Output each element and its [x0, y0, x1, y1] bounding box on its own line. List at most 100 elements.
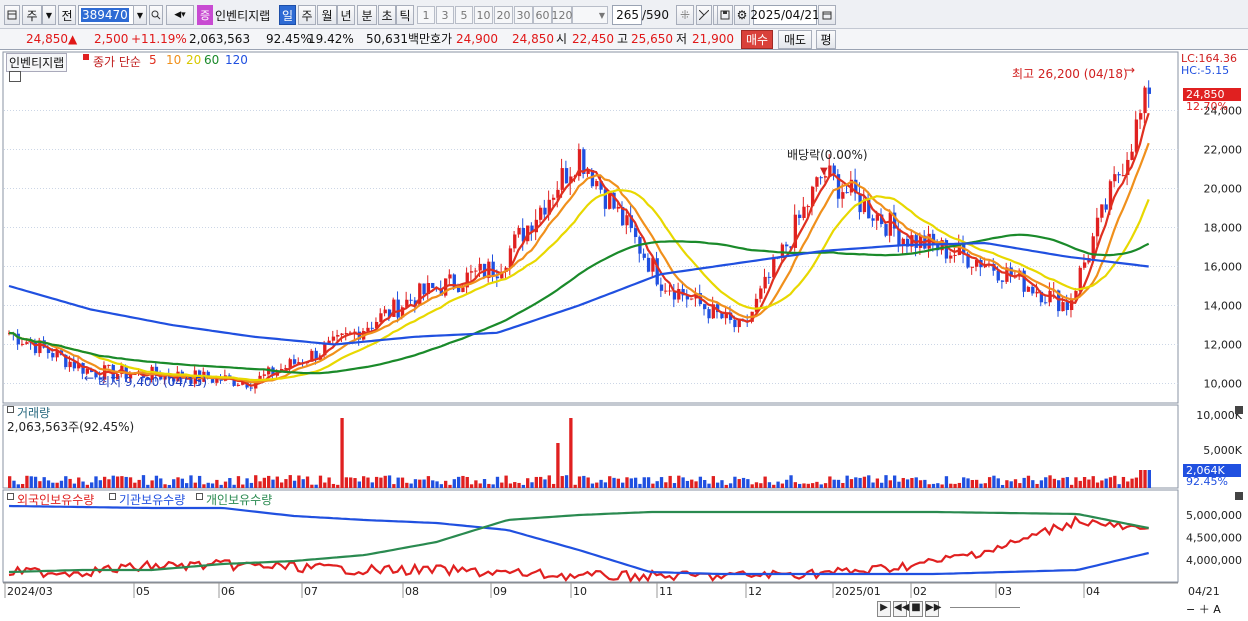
stock-chart[interactable]: 24,00022,00020,00018,00016,00014,00012,0…: [0, 50, 1248, 621]
volume-bar: [759, 483, 763, 488]
price-tick-label: 16,000: [1204, 261, 1243, 274]
candle-body: [370, 327, 374, 329]
sell-button[interactable]: 매도: [778, 30, 812, 49]
period-day[interactable]: 일: [279, 5, 296, 25]
crosshair-icon[interactable]: [696, 5, 712, 25]
settings-icon[interactable]: ⚙: [734, 5, 750, 25]
zoom-slider[interactable]: [950, 607, 1020, 613]
avg-button[interactable]: 평: [816, 30, 836, 49]
search-icon[interactable]: [149, 5, 163, 25]
low-label: 저: [676, 32, 688, 46]
volume-bar: [1035, 483, 1039, 488]
volume-bar: [690, 479, 694, 488]
period-label: 초: [381, 8, 393, 23]
volume-bar: [219, 484, 223, 488]
foreign-holdings-label[interactable]: 외국인보유수량: [17, 491, 94, 508]
candle-body: [68, 361, 72, 368]
interval-label: 120: [551, 8, 573, 22]
interval-30[interactable]: 30: [514, 6, 533, 24]
candle-body: [953, 254, 957, 256]
table-toggle-icon[interactable]: [9, 71, 21, 82]
scroll-toggle-icon[interactable]: ⁜: [676, 5, 694, 25]
interval-custom-dropdown[interactable]: ▼: [572, 6, 608, 24]
calendar-icon[interactable]: [818, 5, 836, 25]
interval-3[interactable]: 3: [436, 6, 454, 24]
volume-bar: [1130, 478, 1134, 488]
save-icon[interactable]: [717, 5, 733, 25]
institution-holdings-label[interactable]: 기관보유수량: [119, 491, 185, 508]
market-select[interactable]: 주: [22, 5, 42, 25]
candle-body: [474, 270, 478, 272]
code-dropdown-icon[interactable]: ▼: [133, 5, 147, 25]
period-year[interactable]: 년: [337, 5, 355, 25]
volume-bar: [254, 475, 258, 488]
holdings-tick-label: 5,000,000: [1186, 509, 1242, 522]
period-week[interactable]: 주: [298, 5, 316, 25]
rewind-icon[interactable]: ◀◀: [893, 601, 909, 617]
individual-holdings-label[interactable]: 개인보유수량: [206, 491, 272, 508]
volume-bar: [159, 478, 163, 488]
interval-10[interactable]: 10: [474, 6, 493, 24]
x-tick-label: 02: [913, 585, 927, 598]
price-tick-label: 12,000: [1204, 339, 1243, 352]
period-second[interactable]: 초: [378, 5, 396, 25]
date-input[interactable]: 2025/04/21: [750, 5, 820, 25]
candle-body: [733, 319, 737, 328]
volume-bar: [1069, 484, 1074, 488]
volume-bar: [1078, 480, 1082, 488]
stop-icon[interactable]: ■: [909, 601, 923, 617]
sound-icon[interactable]: ◀▾: [166, 5, 194, 25]
volume-bar: [128, 477, 133, 488]
volume-bar: [232, 484, 236, 488]
period-month[interactable]: 월: [317, 5, 337, 25]
period-tick[interactable]: 틱: [396, 5, 414, 25]
volume-bar: [1031, 480, 1035, 488]
volume-bar: [409, 483, 413, 488]
interval-1[interactable]: 1: [417, 6, 435, 24]
volume-legend-icon: [7, 406, 14, 413]
market-dropdown-icon[interactable]: ▼: [42, 5, 56, 25]
forward-icon[interactable]: ▶▶: [925, 601, 941, 617]
candle-body: [517, 228, 521, 235]
volume-bar: [68, 478, 72, 488]
volume-bar: [694, 481, 698, 488]
holdings-panel-close-icon[interactable]: [1235, 492, 1243, 500]
chart-area[interactable]: 24,000 22,000 20,000 18,000 16,000 14,000 12,0…: [0, 50, 1248, 621]
volume-bar: [461, 475, 465, 488]
buy-button[interactable]: 매수: [741, 30, 773, 49]
volume-bar: [474, 480, 478, 488]
candle-body: [340, 333, 344, 335]
candle-body: [1134, 119, 1139, 152]
volume-bar: [262, 477, 267, 488]
volume-bar: [504, 475, 508, 488]
volume-bar: [387, 475, 392, 488]
volume-bar: [469, 484, 474, 488]
volume-panel-close-icon[interactable]: [1235, 406, 1243, 414]
volume-bar: [905, 479, 910, 488]
code-input[interactable]: 389470: [78, 5, 134, 25]
volume-bar: [448, 484, 452, 488]
volume-bar: [366, 477, 370, 488]
interval-20[interactable]: 20: [494, 6, 513, 24]
volume-bar: [301, 479, 305, 488]
price-tick-label: 22,000: [1204, 144, 1243, 157]
high-arrow-icon: →: [1125, 63, 1136, 77]
interval-120[interactable]: 120: [551, 6, 573, 24]
interval-60[interactable]: 60: [533, 6, 552, 24]
candle-body: [379, 313, 383, 322]
volume-bar: [1117, 484, 1121, 488]
play-icon[interactable]: ▶: [877, 601, 891, 617]
interval-label: 1: [422, 8, 430, 22]
ma-title-text: 종가 단순: [93, 55, 141, 69]
volume-bar: [314, 484, 318, 488]
interval-5[interactable]: 5: [455, 6, 473, 24]
volume-bar: [1100, 480, 1104, 488]
period-minute[interactable]: 분: [357, 5, 377, 25]
x-tick-label: 11: [659, 585, 673, 598]
price-panel-name[interactable]: 인벤티지랩: [6, 53, 68, 72]
chart-type-icon[interactable]: [4, 5, 20, 25]
code-value: 389470: [81, 8, 129, 22]
prev-button[interactable]: 전: [58, 5, 76, 25]
volume-bar: [349, 477, 353, 488]
count-input[interactable]: 265: [612, 5, 642, 25]
